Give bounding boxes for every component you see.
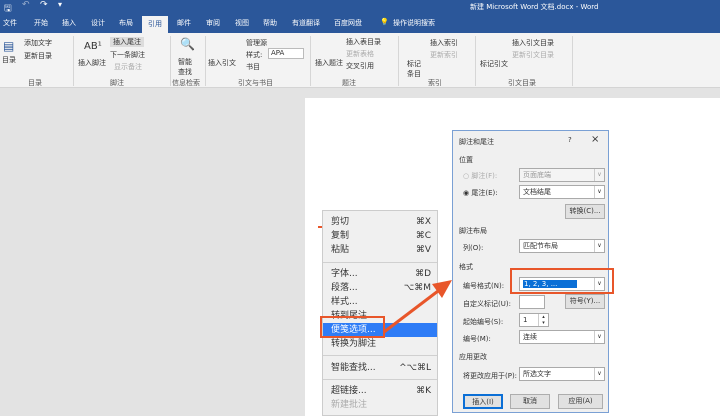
undo-icon[interactable]: ↶ [22,0,30,10]
update-toc-button[interactable]: 更新目录 [24,51,52,61]
smart-lookup-button[interactable]: 智能查找 [178,57,196,77]
location-heading: 位置 [459,156,473,164]
title-bar: 🖫 ↶ ↷ ▾ 新建 Microsoft Word 文档.docx - Word [0,0,720,14]
customize-qat-icon[interactable]: ▾ [58,0,62,9]
tab-view[interactable]: 视图 [235,18,249,28]
mark-entry-button[interactable]: 标记条目 [407,59,423,79]
custom-mark-input[interactable] [519,295,545,309]
tab-references[interactable]: 引用 [142,16,168,33]
insert-button[interactable]: 插入(I) [463,394,503,409]
toc-icon: ▤ [3,39,15,53]
tab-help[interactable]: 帮助 [263,18,277,28]
manage-sources-button[interactable]: 管理源 [246,38,267,48]
update-table-button[interactable]: 更新表格 [346,49,374,59]
numbering-select[interactable]: 连续 ∨ [519,330,605,344]
close-button[interactable]: × [591,134,599,145]
menu-item-copy[interactable]: 复制 ⌘C [323,229,437,243]
tab-home[interactable]: 开始 [34,18,48,28]
tab-youdao[interactable]: 有道翻译 [292,18,320,28]
apply-to-select[interactable]: 所选文字 ∨ [519,367,605,381]
insert-caption-button[interactable]: 插入题注 [315,58,343,68]
insert-endnote-button[interactable]: 插入尾注 [110,37,144,47]
apply-button[interactable]: 应用(A) [558,394,603,409]
menu-item-hyperlink[interactable]: 超链接... ⌘K [323,384,437,398]
insert-footnote-button[interactable]: 插入脚注 [78,58,106,68]
group-label-research: 信息检索 [172,79,200,87]
insert-table-of-figures-button[interactable]: 插入表目录 [346,37,381,47]
update-index-button[interactable]: 更新索引 [430,50,458,60]
toc-button[interactable]: 目录 [2,55,16,65]
number-format-label: 编号格式(N): [463,282,505,290]
group-label-footnotes: 脚注 [110,79,124,87]
cancel-button[interactable]: 取消 [510,394,550,409]
custom-mark-label: 自定义标记(U): [463,300,511,308]
annotation-arrow [383,280,452,334]
menu-item-cut[interactable]: 剪切 ⌘X [323,215,437,229]
menu-item-new-comment[interactable]: 新建批注 [323,398,437,412]
convert-button[interactable]: 转换(C)... [565,204,605,219]
tab-file[interactable]: 文件 [3,18,17,28]
smart-lookup-icon: 🔍 [180,37,195,51]
group-label-toc: 目录 [28,79,42,87]
tab-insert[interactable]: 插入 [62,18,76,28]
insert-citation-button[interactable]: 插入引文 [208,58,236,68]
footnote-position-select[interactable]: 页面底端 ∨ [519,168,605,182]
tab-baidu[interactable]: 百度网盘 [334,18,362,28]
mark-citation-button[interactable]: 标记引文 [480,59,508,69]
footnote-icon: AB¹ [84,41,102,52]
insert-index-button[interactable]: 插入索引 [430,38,458,48]
show-notes-button[interactable]: 显示备注 [114,62,142,72]
format-heading: 格式 [459,263,473,271]
tab-layout[interactable]: 布局 [119,18,133,28]
bibliography-button[interactable]: 书目 [246,62,260,72]
add-text-button[interactable]: 添加文字 [24,38,52,48]
tell-me-search[interactable]: 操作说明搜索 [393,18,435,28]
insert-toa-button[interactable]: 插入引文目录 [512,38,554,48]
columns-select[interactable]: 匹配节布局 ∨ [519,239,605,253]
numbering-label: 编号(M): [463,335,491,343]
next-footnote-button[interactable]: 下一条脚注 [110,50,145,60]
menu-item-smart-lookup[interactable]: 智能查找... ^⌥⌘L [323,361,437,375]
endnote-radio[interactable]: ◉ 尾注(E): [463,188,498,198]
footnote-radio[interactable]: ○ 脚注(F): [463,171,497,181]
ribbon: ▤ 目录 添加文字 更新目录 目录 AB¹ 插入脚注 插入尾注 下一条脚注 显示… [0,33,720,88]
tab-review[interactable]: 审阅 [206,18,220,28]
group-label-index: 索引 [428,79,442,87]
group-label-toa: 引文目录 [508,79,536,87]
style-label: 样式: [246,51,263,59]
menu-item-paste[interactable]: 粘贴 ⌘V [323,243,437,257]
symbol-button[interactable]: 符号(Y)... [565,294,605,309]
tab-design[interactable]: 设计 [91,18,105,28]
style-select[interactable]: APA [268,48,304,59]
apply-heading: 应用更改 [459,353,487,361]
tab-mailings[interactable]: 邮件 [177,18,191,28]
group-label-captions: 题注 [342,79,356,87]
ribbon-tabs: 文件 开始 插入 设计 布局 引用 邮件 审阅 视图 帮助 有道翻译 百度网盘 … [0,13,720,33]
endnote-position-select[interactable]: 文档结尾 ∨ [519,185,605,199]
annotation-box-menu [320,316,385,338]
update-toa-button[interactable]: 更新引文目录 [512,50,554,60]
dialog-title: 脚注和尾注 [459,138,494,146]
lightbulb-icon: 💡 [380,18,389,26]
redo-icon[interactable]: ↷ [40,0,48,10]
columns-label: 列(O): [463,244,484,252]
help-button[interactable]: ? [568,136,572,144]
cross-reference-button[interactable]: 交叉引用 [346,61,374,71]
annotation-box-number-format [510,268,614,294]
layout-heading: 脚注布局 [459,227,487,235]
window-title: 新建 Microsoft Word 文档.docx - Word [470,3,599,11]
group-label-citations: 引文与书目 [238,79,273,87]
apply-to-label: 将更改应用于(P): [463,372,518,380]
start-at-stepper[interactable]: 1 ▴ ▾ [519,313,549,327]
start-at-label: 起始编号(S): [463,318,504,326]
